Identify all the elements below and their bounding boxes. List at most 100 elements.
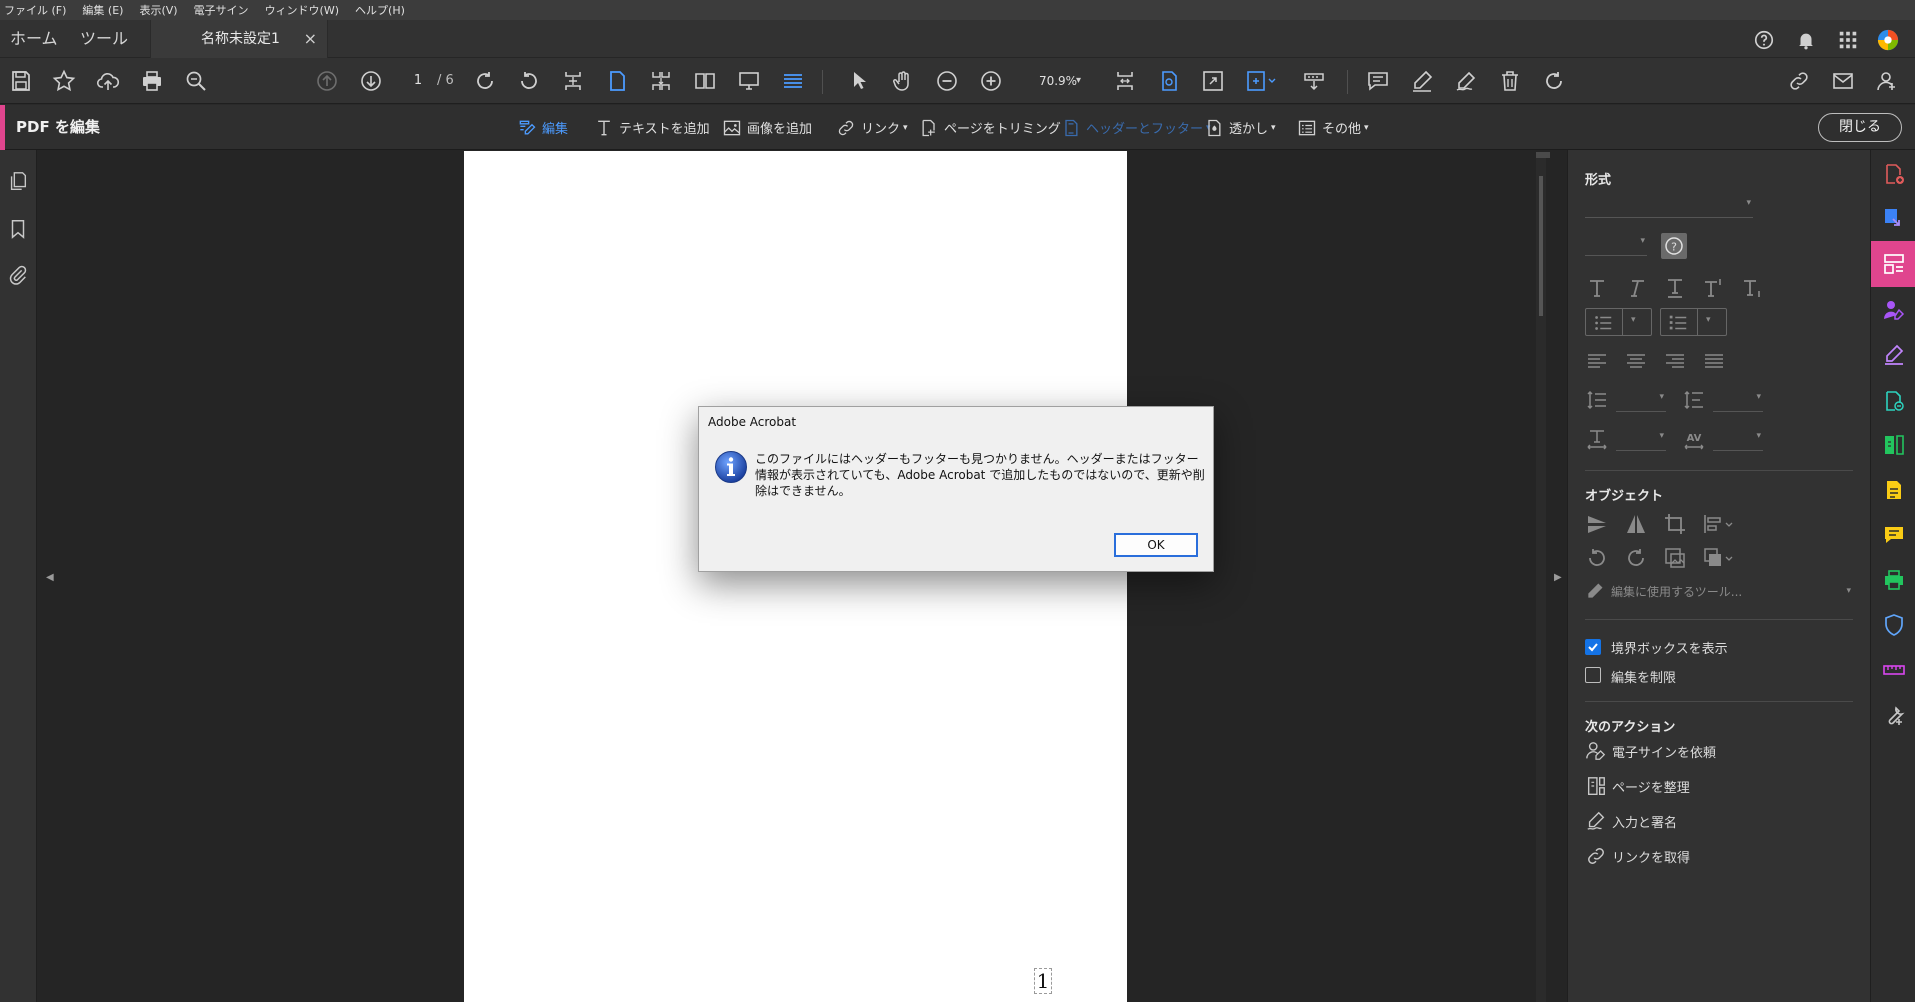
bell-icon[interactable] — [1795, 29, 1817, 51]
page-thumbnails-icon[interactable] — [7, 170, 29, 192]
marquee-zoom-icon[interactable] — [1157, 69, 1181, 93]
character-spacing-icon[interactable]: AV — [1682, 427, 1706, 451]
rotate-counterclockwise-icon[interactable] — [517, 69, 541, 93]
pdf-page[interactable] — [464, 151, 1127, 1002]
comment-tool-icon[interactable] — [1882, 523, 1906, 547]
bullet-list-dropdown[interactable]: ▾ — [1585, 308, 1652, 336]
font-help-icon[interactable]: ? — [1660, 232, 1688, 260]
character-scale-icon[interactable] — [1585, 427, 1609, 451]
fill-sign-tool-icon[interactable] — [1882, 343, 1906, 367]
numbered-list-dropdown[interactable]: ▾ — [1660, 308, 1727, 336]
text-superscript-icon[interactable] — [1702, 276, 1726, 300]
link-button[interactable]: リンク ▾ — [836, 105, 908, 150]
attachment-paperclip-icon[interactable] — [7, 264, 29, 286]
organize-pages-action[interactable]: ページを整理 — [1585, 774, 1690, 798]
font-family-dropdown[interactable]: ▾ — [1585, 194, 1753, 218]
rotate-left-icon[interactable] — [1585, 546, 1609, 570]
export-pdf-icon[interactable] — [1882, 206, 1906, 230]
tab-document[interactable]: 名称未設定1 × — [150, 20, 328, 58]
redo-rotate-icon[interactable] — [1542, 69, 1566, 93]
measure-ruler-icon[interactable] — [1882, 658, 1906, 682]
tab-tools[interactable]: ツール — [80, 20, 128, 58]
page-number-input[interactable]: 1 — [400, 70, 436, 92]
bookmark-icon[interactable] — [7, 218, 29, 240]
flip-vertical-icon[interactable] — [1585, 512, 1609, 536]
print-production-icon[interactable] — [1882, 568, 1906, 592]
character-spacing-dropdown[interactable]: ▾ — [1713, 427, 1763, 451]
line-spacing-dropdown[interactable]: ▾ — [1616, 388, 1666, 412]
text-underline-icon[interactable] — [1663, 276, 1687, 300]
next-page-icon[interactable] — [359, 69, 383, 93]
more-button[interactable]: その他 ▾ — [1297, 105, 1369, 150]
apps-grid-icon[interactable] — [1837, 29, 1859, 51]
text-subscript-icon[interactable] — [1741, 276, 1765, 300]
fit-width-icon[interactable] — [1113, 69, 1137, 93]
restrict-editing-label[interactable]: 編集を制限 — [1611, 667, 1676, 686]
two-page-view-icon[interactable] — [693, 69, 717, 93]
crop-icon[interactable] — [1663, 512, 1687, 536]
watermark-button[interactable]: 透かし ▾ — [1204, 105, 1276, 150]
text-italic-icon[interactable] — [1624, 276, 1648, 300]
arrange-objects-icon[interactable] — [1702, 546, 1736, 570]
trash-icon[interactable] — [1498, 69, 1522, 93]
edit-button[interactable]: 編集 — [517, 105, 568, 150]
select-pointer-icon[interactable] — [847, 69, 871, 93]
paragraph-spacing-dropdown[interactable]: ▾ — [1713, 388, 1763, 412]
align-objects-icon[interactable] — [1702, 512, 1736, 536]
close-edit-button[interactable]: 閉じる — [1818, 113, 1902, 142]
organize-pages-tool-icon[interactable] — [1882, 433, 1906, 457]
edit-page-tool-icon[interactable] — [1245, 69, 1279, 93]
rotate-right-icon[interactable] — [1624, 546, 1648, 570]
collapse-right-pane-icon[interactable]: ▶ — [1554, 572, 1562, 583]
rotate-clockwise-icon[interactable] — [473, 69, 497, 93]
more-tools-icon[interactable] — [1882, 704, 1906, 728]
scrollbar-thumb[interactable] — [1539, 176, 1543, 316]
menu-file[interactable]: ファイル (F) — [4, 2, 66, 18]
edit-pdf-tool-icon[interactable] — [1882, 252, 1906, 276]
replace-image-icon[interactable] — [1663, 546, 1687, 570]
edit-using-tool-dropdown[interactable]: 編集に使用するツール... ▾ — [1585, 579, 1853, 603]
align-justify-icon[interactable] — [1702, 349, 1726, 373]
align-center-icon[interactable] — [1624, 349, 1648, 373]
line-spacing-icon[interactable] — [1585, 388, 1609, 412]
collapse-left-pane-icon[interactable]: ◀ — [46, 572, 54, 583]
zoom-in-icon[interactable] — [979, 69, 1003, 93]
request-signatures-tool-icon[interactable] — [1882, 298, 1906, 322]
restrict-editing-checkbox[interactable] — [1585, 667, 1601, 683]
show-bounding-boxes-checkbox[interactable] — [1585, 639, 1601, 655]
add-text-button[interactable]: テキストを追加 — [594, 105, 710, 150]
cloud-upload-icon[interactable] — [96, 69, 120, 93]
highlight-pen-icon[interactable] — [1410, 69, 1434, 93]
tab-close-button[interactable]: × — [304, 20, 317, 58]
menu-help[interactable]: ヘルプ(H) — [355, 2, 405, 18]
paragraph-spacing-icon[interactable] — [1682, 388, 1706, 412]
protect-shield-icon[interactable] — [1882, 613, 1906, 637]
create-pdf-icon[interactable] — [1882, 162, 1906, 186]
comment-icon[interactable] — [1366, 69, 1390, 93]
save-icon[interactable] — [9, 69, 33, 93]
show-bounding-boxes-label[interactable]: 境界ボックスを表示 — [1611, 638, 1728, 657]
stamp-icon[interactable] — [1302, 69, 1326, 93]
character-scale-dropdown[interactable]: ▾ — [1616, 427, 1666, 451]
share-user-icon[interactable] — [1875, 69, 1899, 93]
get-link-action[interactable]: リンクを取得 — [1585, 844, 1690, 868]
presentation-mode-icon[interactable] — [737, 69, 761, 93]
email-icon[interactable] — [1831, 69, 1855, 93]
full-screen-icon[interactable] — [1201, 69, 1225, 93]
align-right-icon[interactable] — [1663, 349, 1687, 373]
scroll-pages-icon[interactable] — [649, 69, 673, 93]
tab-home[interactable]: ホーム — [10, 20, 58, 58]
menu-window[interactable]: ウィンドウ(W) — [265, 2, 339, 18]
sign-pen-icon[interactable] — [1454, 69, 1478, 93]
hand-tool-icon[interactable] — [891, 69, 915, 93]
help-icon[interactable] — [1753, 29, 1775, 51]
zoom-dropdown-caret-icon[interactable]: ▾ — [1076, 70, 1081, 92]
menu-esign[interactable]: 電子サイン — [194, 2, 249, 18]
menu-view[interactable]: 表示(V) — [139, 2, 177, 18]
combine-files-icon[interactable] — [1882, 389, 1906, 413]
fit-page-icon[interactable] — [561, 69, 585, 93]
print-icon[interactable] — [140, 69, 164, 93]
user-avatar-icon[interactable] — [1877, 29, 1899, 51]
request-esignature-action[interactable]: 電子サインを依頼 — [1585, 739, 1716, 763]
star-icon[interactable] — [52, 69, 76, 93]
